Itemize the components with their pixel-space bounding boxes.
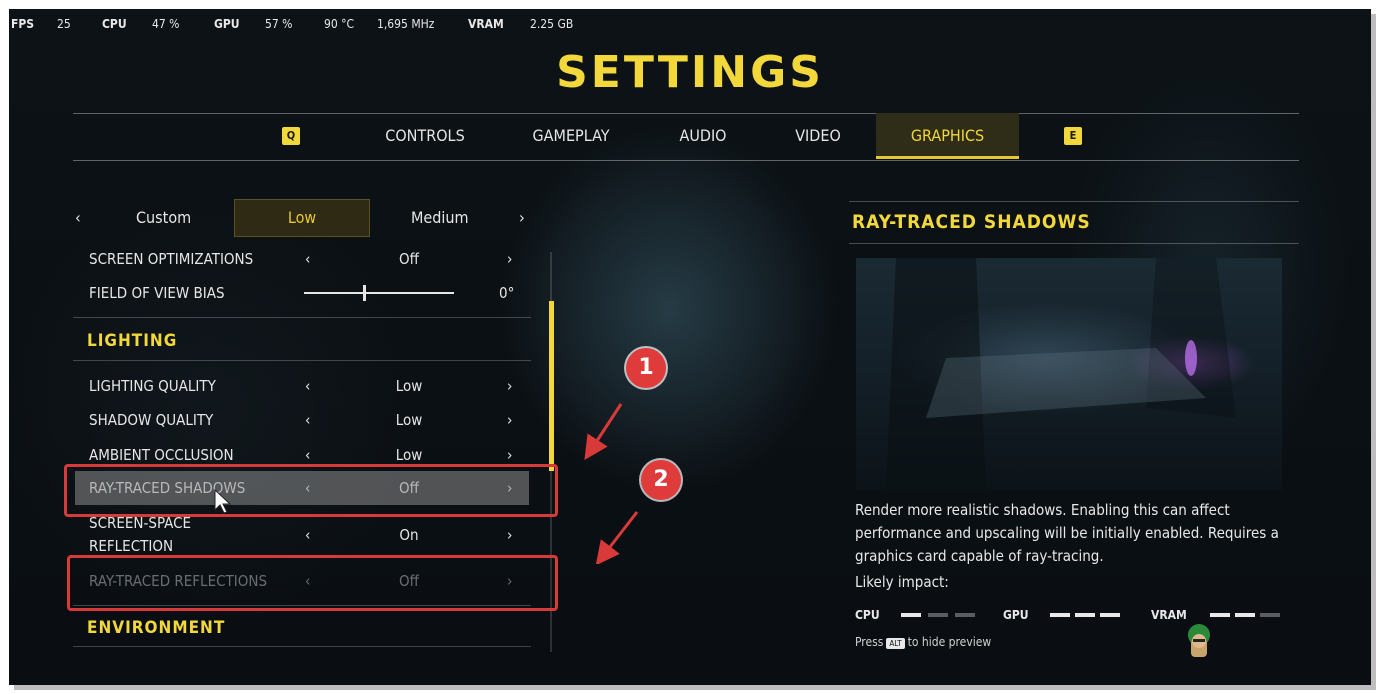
setting-label: SCREEN OPTIMIZATIONS (89, 250, 254, 268)
chevron-left-icon[interactable]: ‹ (305, 408, 310, 432)
setting-value: On (399, 526, 419, 544)
tab-video[interactable]: VIDEO (783, 113, 853, 159)
fov-slider-track[interactable] (304, 292, 454, 294)
setting-value: Off (399, 250, 419, 268)
impact-vram-bar-1 (1210, 613, 1230, 617)
key-hint-e[interactable]: E (1064, 127, 1082, 145)
game-screen: FPS 25 CPU 47 % GPU 57 % 90 °C 1,695 MHz… (9, 9, 1371, 685)
impact-vram-bar-2 (1235, 613, 1255, 617)
setting-label: FIELD OF VIEW BIAS (89, 284, 225, 302)
preview-image (856, 258, 1282, 491)
preview-title: RAY-TRACED SHADOWS (852, 211, 1091, 233)
chevron-right-icon[interactable]: › (507, 247, 512, 271)
hud-temp: 90 °C (324, 17, 355, 31)
impact-label: Likely impact: (855, 573, 949, 591)
impact-vram-bar-3 (1260, 613, 1280, 617)
hud-clock: 1,695 MHz (377, 17, 435, 31)
preset-medium[interactable]: Medium (411, 199, 469, 237)
watermark-logo-icon (1188, 624, 1210, 657)
annotation-arrow-2 (595, 511, 639, 564)
hud-cpu-value: 47 % (152, 17, 180, 31)
impact-gpu-bar-3 (1100, 613, 1120, 617)
impact-cpu-bar-2 (928, 613, 948, 617)
preview-description: Render more realistic shadows. Enabling … (855, 501, 1279, 565)
hud-gpu-value: 57 % (265, 17, 293, 31)
page-title: SETTINGS (556, 47, 824, 98)
chevron-left-icon[interactable]: ‹ (305, 374, 310, 398)
impact-cpu-bar-1 (901, 613, 921, 617)
mouse-cursor-icon (214, 489, 232, 514)
hud-fps-value: 25 (57, 17, 71, 31)
setting-screen-optimizations[interactable]: SCREEN OPTIMIZATIONS ‹ Off › (89, 247, 529, 271)
tab-audio[interactable]: AUDIO (669, 113, 737, 159)
impact-gpu-label: GPU (1003, 608, 1029, 622)
scrollbar-thumb[interactable] (549, 301, 554, 471)
annotation-box-1 (64, 464, 558, 517)
annotation-box-2 (67, 555, 558, 611)
preset-low[interactable]: Low (234, 199, 370, 237)
tab-controls[interactable]: CONTROLS (373, 113, 477, 159)
chevron-right-icon[interactable]: › (507, 374, 512, 398)
annotation-badge-1: 1 (626, 348, 666, 388)
annotation-arrows (584, 403, 639, 564)
section-environment: ENVIRONMENT (87, 618, 226, 638)
alt-key-icon: ALT (886, 638, 905, 649)
divider (73, 317, 531, 318)
setting-label: SHADOW QUALITY (89, 411, 214, 429)
section-lighting: LIGHTING (87, 331, 178, 351)
annotation-arrow-1 (584, 403, 623, 461)
divider (73, 360, 531, 361)
hint-suffix: to hide preview (907, 635, 992, 649)
impact-gpu-bar-2 (1075, 613, 1095, 617)
preset-custom[interactable]: Custom (136, 199, 191, 237)
key-hint-q[interactable]: Q (282, 127, 300, 145)
tab-graphics[interactable]: GRAPHICS (876, 113, 1019, 159)
hint-prefix: Press (855, 635, 884, 649)
hud-fps-label: FPS (11, 17, 35, 31)
impact-gpu-bar-1 (1050, 613, 1070, 617)
chevron-left-icon[interactable]: ‹ (305, 247, 310, 271)
chevron-left-icon[interactable]: ‹ (305, 523, 310, 547)
hud-gpu-label: GPU (214, 17, 240, 31)
divider (849, 243, 1299, 244)
divider (849, 201, 1299, 202)
setting-value: Low (395, 411, 423, 429)
preview-hint: Press ALT to hide preview (855, 635, 991, 649)
hud-vram-label: VRAM (468, 17, 504, 31)
tab-gameplay[interactable]: GAMEPLAY (517, 113, 625, 159)
impact-cpu-bar-3 (955, 613, 975, 617)
setting-lighting-quality[interactable]: LIGHTING QUALITY ‹ Low › (89, 374, 529, 398)
preset-prev-button[interactable]: ‹ (75, 208, 81, 227)
fov-slider-thumb[interactable] (363, 285, 366, 301)
preset-next-button[interactable]: › (519, 208, 525, 227)
divider (73, 646, 531, 647)
setting-value: Low (395, 377, 423, 395)
setting-label-line2: REFLECTION (89, 537, 174, 555)
hud-cpu-label: CPU (102, 17, 127, 31)
frame-shadow (1371, 14, 1376, 688)
chevron-right-icon[interactable]: › (507, 523, 512, 547)
preview-scene (886, 258, 1236, 491)
hud-vram-value: 2.25 GB (530, 17, 574, 31)
frame-shadow (14, 685, 1376, 690)
chevron-right-icon[interactable]: › (507, 408, 512, 432)
setting-screen-space-reflection[interactable]: SCREEN-SPACE REFLECTION ‹ On › (89, 514, 529, 558)
setting-shadow-quality[interactable]: SHADOW QUALITY ‹ Low › (89, 408, 529, 432)
setting-value: 0° (499, 284, 515, 302)
impact-cpu-label: CPU (855, 608, 880, 622)
setting-label: LIGHTING QUALITY (89, 377, 216, 395)
